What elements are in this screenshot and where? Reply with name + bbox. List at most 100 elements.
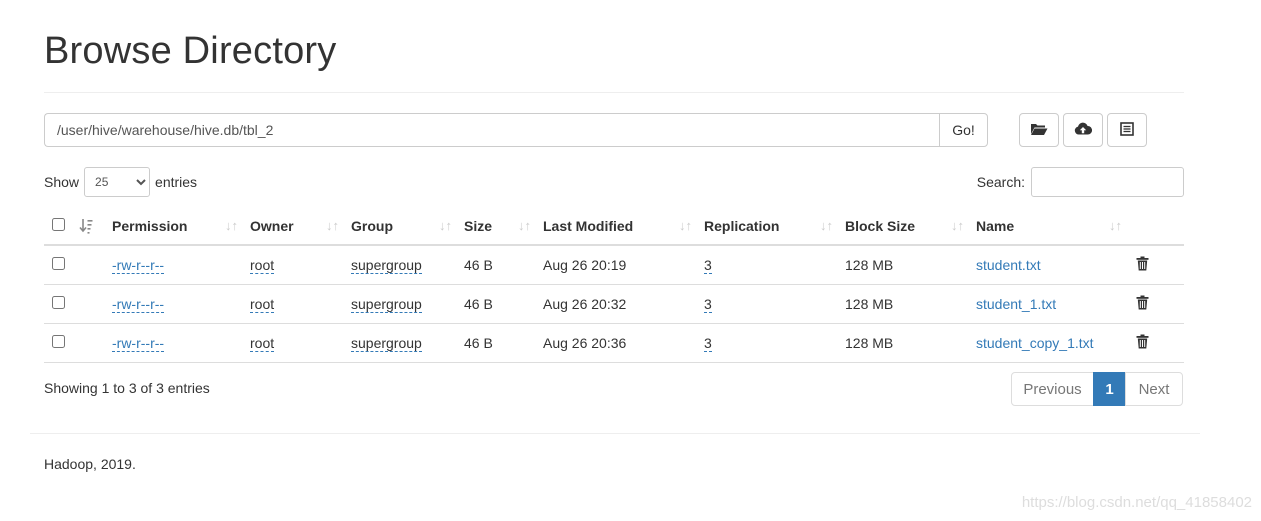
sort-icon: ↓↑ — [1109, 218, 1122, 233]
table-row: -rw-r--r-- root supergroup 46 B Aug 26 2… — [44, 322, 1184, 363]
size-header[interactable]: Size ↓↑ — [464, 208, 543, 246]
permission-link[interactable]: -rw-r--r-- — [112, 295, 165, 313]
group-header[interactable]: Group ↓↑ — [351, 208, 464, 246]
trash-icon[interactable] — [1136, 334, 1149, 352]
owner-link[interactable]: root — [250, 256, 275, 274]
file-name-link[interactable]: student.txt — [976, 257, 1041, 273]
header-label: Replication — [704, 218, 780, 234]
entries-label: entries — [155, 174, 198, 190]
table-row: -rw-r--r-- root supergroup 46 B Aug 26 2… — [44, 245, 1184, 284]
block-size-cell: 128 MB — [845, 256, 894, 273]
permission-cell: -rw-r--r-- — [112, 283, 250, 323]
table-row: -rw-r--r-- root supergroup 46 B Aug 26 2… — [44, 283, 1184, 323]
row-checkbox[interactable] — [52, 256, 65, 270]
file-name-link[interactable]: student_copy_1.txt — [976, 335, 1094, 351]
replication-cell: 3 — [704, 245, 845, 284]
page-1-button[interactable]: 1 — [1093, 372, 1126, 406]
permission-link[interactable]: -rw-r--r-- — [112, 334, 165, 352]
replication-cell: 3 — [704, 322, 845, 363]
group-cell: supergroup — [351, 322, 464, 363]
sort-icon: ↓↑ — [679, 218, 692, 233]
group-cell: supergroup — [351, 283, 464, 323]
file-name-link[interactable]: student_1.txt — [976, 296, 1056, 312]
title-divider — [44, 92, 1184, 93]
last-modified-header[interactable]: Last Modified ↓↑ — [543, 208, 704, 246]
delete-cell — [1134, 322, 1184, 363]
select-all-header — [44, 208, 75, 246]
directory-path-input[interactable] — [44, 113, 939, 147]
sort-icon: ↓↑ — [439, 218, 452, 233]
row-checkbox[interactable] — [52, 334, 65, 348]
go-button[interactable]: Go! — [939, 113, 988, 147]
next-page-button[interactable]: Next — [1125, 372, 1183, 406]
search-label: Search: — [976, 174, 1025, 190]
group-link[interactable]: supergroup — [351, 256, 422, 274]
header-label: Size — [464, 218, 493, 234]
modified-cell: Aug 26 20:36 — [543, 322, 704, 363]
trash-icon[interactable] — [1136, 295, 1149, 313]
cut-paste-button[interactable] — [1107, 113, 1147, 147]
show-label: Show — [44, 174, 80, 190]
header-label: Group — [351, 218, 393, 234]
spacer-cell — [75, 322, 112, 363]
owner-cell: root — [250, 245, 351, 284]
name-cell: student_1.txt — [976, 283, 1134, 323]
permission-cell: -rw-r--r-- — [112, 322, 250, 363]
watermark-text: https://blog.csdn.net/qq_41858402 — [1021, 494, 1252, 511]
entries-per-page-select[interactable]: 25 — [84, 167, 151, 197]
replication-link[interactable]: 3 — [704, 256, 712, 274]
replication-header[interactable]: Replication ↓↑ — [704, 208, 845, 246]
permission-header[interactable]: Permission ↓↑ — [112, 208, 250, 246]
header-label: Name — [976, 218, 1015, 234]
select-cell — [44, 283, 75, 323]
file-table: Permission ↓↑ Owner ↓↑ Group ↓↑ Size ↓↑ Last… — [44, 208, 1184, 363]
size-cell: 46 B — [464, 322, 543, 363]
group-link[interactable]: supergroup — [351, 295, 422, 313]
owner-cell: root — [250, 283, 351, 323]
folder-open-icon — [1030, 122, 1048, 139]
size-cell: 46 B — [464, 283, 543, 323]
select-all-checkbox[interactable] — [52, 218, 65, 231]
select-cell — [44, 322, 75, 363]
sort-icon: ↓↑ — [951, 218, 964, 233]
upload-button[interactable] — [1063, 113, 1103, 147]
permission-link[interactable]: -rw-r--r-- — [112, 256, 165, 274]
block-size-cell: 128 MB — [845, 283, 976, 323]
footer-text: Hadoop, 2019. — [44, 456, 136, 472]
trash-icon[interactable] — [1136, 256, 1149, 274]
upload-icon — [1074, 122, 1093, 139]
owner-link[interactable]: root — [250, 334, 275, 352]
owner-cell: root — [250, 322, 351, 363]
size-cell: 46 B — [464, 256, 493, 273]
search-control: Search: — [977, 167, 1184, 197]
pagination: Previous 1 Next — [1011, 372, 1183, 406]
replication-link[interactable]: 3 — [704, 295, 712, 313]
name-cell: student.txt — [976, 245, 1134, 284]
row-checkbox[interactable] — [52, 295, 65, 309]
group-link[interactable]: supergroup — [351, 334, 422, 352]
owner-header[interactable]: Owner ↓↑ — [250, 208, 351, 246]
page-title: Browse Directory — [44, 30, 337, 72]
path-bar: Go! — [44, 113, 988, 147]
block-size-header[interactable]: Block Size ↓↑ — [845, 208, 976, 246]
page-length-control: Show 25 entries — [44, 167, 197, 197]
spacer-cell — [75, 283, 112, 323]
header-label: Permission — [112, 218, 188, 234]
sort-icon: ↓↑ — [326, 218, 339, 233]
sort-column-header[interactable] — [75, 208, 112, 246]
header-label: Owner — [250, 218, 294, 234]
name-cell: student_copy_1.txt — [976, 322, 1134, 363]
group-cell: supergroup — [351, 245, 464, 284]
modified-cell: Aug 26 20:32 — [543, 283, 704, 323]
replication-link[interactable]: 3 — [704, 334, 712, 352]
create-directory-button[interactable] — [1019, 113, 1059, 147]
previous-page-button[interactable]: Previous — [1011, 372, 1094, 406]
modified-cell: Aug 26 20:19 — [543, 256, 627, 273]
actions-header — [1134, 208, 1184, 246]
sort-icon: ↓↑ — [820, 218, 833, 233]
name-header[interactable]: Name ↓↑ — [976, 208, 1134, 246]
footer-divider — [30, 433, 1200, 434]
spacer-cell — [75, 245, 112, 284]
search-input[interactable] — [1031, 167, 1184, 197]
owner-link[interactable]: root — [250, 295, 275, 313]
